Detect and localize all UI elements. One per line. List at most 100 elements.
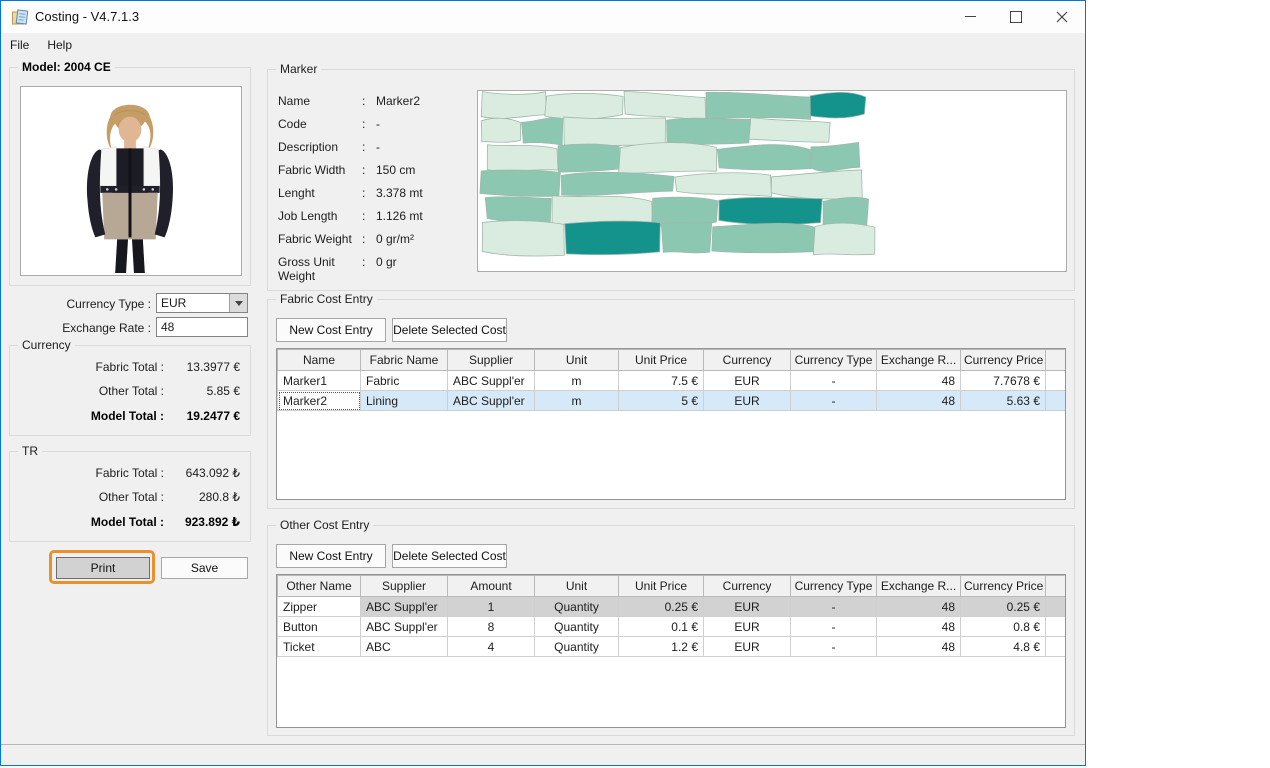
cell[interactable]: ABC Suppl'er: [361, 617, 448, 637]
column-header[interactable]: Amount: [448, 576, 535, 597]
column-header[interactable]: Exchange R...: [877, 576, 961, 597]
cell[interactable]: -: [791, 371, 877, 391]
cell[interactable]: EUR: [704, 637, 791, 657]
cell[interactable]: 270.24 ₺: [1046, 391, 1067, 411]
column-header[interactable]: Exchange R...: [877, 350, 961, 371]
cell[interactable]: 12 ₺: [1046, 597, 1067, 617]
column-header[interactable]: TRY Total: [1046, 350, 1067, 371]
cell[interactable]: Quantity: [535, 617, 619, 637]
cell[interactable]: -: [791, 617, 877, 637]
print-button[interactable]: Print: [56, 557, 150, 579]
menu-help[interactable]: Help: [38, 35, 81, 55]
cell[interactable]: 1: [448, 597, 535, 617]
cell[interactable]: 0.25 €: [961, 597, 1046, 617]
cell[interactable]: ABC Suppl'er: [361, 597, 448, 617]
cell[interactable]: Quantity: [535, 637, 619, 657]
cell[interactable]: Ticket: [278, 637, 361, 657]
cell[interactable]: 4: [448, 637, 535, 657]
cell[interactable]: Button: [278, 617, 361, 637]
tr-groupbox: TR Fabric Total : 643.092 ₺ Other Total …: [9, 451, 251, 542]
cell[interactable]: -: [791, 637, 877, 657]
cell[interactable]: 48: [877, 637, 961, 657]
marker-field-row: Name:Marker2: [278, 94, 420, 110]
column-header[interactable]: Unit: [535, 576, 619, 597]
column-header[interactable]: TRY Total: [1046, 576, 1067, 597]
fabric-cost-table: NameFabric NameSupplierUnitUnit PriceCur…: [277, 349, 1066, 411]
column-header[interactable]: Currency Type: [791, 576, 877, 597]
column-header[interactable]: Unit Price: [619, 576, 704, 597]
table-row[interactable]: Marker2LiningABC Suppl'erm5 €EUR-485.63 …: [278, 391, 1067, 411]
other-cost-groupbox: Other Cost Entry New Cost Entry Delete S…: [267, 525, 1075, 736]
title-bar[interactable]: Costing - V4.7.1.3: [1, 1, 1085, 33]
column-header[interactable]: Name: [278, 350, 361, 371]
cell[interactable]: 372.852 ₺: [1046, 371, 1067, 391]
cell[interactable]: 230.4 ₺: [1046, 637, 1067, 657]
column-header[interactable]: Fabric Name: [361, 350, 448, 371]
other-new-cost-entry-button[interactable]: New Cost Entry: [276, 544, 386, 568]
save-button[interactable]: Save: [161, 557, 248, 579]
table-row[interactable]: ZipperABC Suppl'er1Quantity0.25 €EUR-480…: [278, 597, 1067, 617]
fabric-delete-selected-cost-button[interactable]: Delete Selected Cost: [392, 318, 507, 342]
cell[interactable]: 7.5 €: [619, 371, 704, 391]
cell[interactable]: EUR: [704, 617, 791, 637]
cell[interactable]: ABC: [361, 637, 448, 657]
column-header[interactable]: Currency: [704, 576, 791, 597]
minimize-button[interactable]: [947, 1, 993, 32]
menu-file[interactable]: File: [1, 35, 38, 55]
combo-arrow-button[interactable]: [229, 294, 247, 312]
cell[interactable]: 48: [877, 597, 961, 617]
table-row[interactable]: Marker1FabricABC Suppl'erm7.5 €EUR-487.7…: [278, 371, 1067, 391]
cell[interactable]: Fabric: [361, 371, 448, 391]
cell[interactable]: 0.25 €: [619, 597, 704, 617]
cell[interactable]: 4.8 €: [961, 637, 1046, 657]
cell[interactable]: -: [791, 391, 877, 411]
cell[interactable]: 38.4 ₺: [1046, 617, 1067, 637]
tr-other-total-value: 280.8 ₺: [164, 490, 240, 504]
column-header[interactable]: Unit Price: [619, 350, 704, 371]
cell[interactable]: EUR: [704, 371, 791, 391]
window-title: Costing - V4.7.1.3: [35, 9, 139, 24]
cell[interactable]: m: [535, 371, 619, 391]
cell[interactable]: ABC Suppl'er: [448, 391, 535, 411]
column-header[interactable]: Other Name: [278, 576, 361, 597]
column-header[interactable]: Unit: [535, 350, 619, 371]
cell[interactable]: ABC Suppl'er: [448, 371, 535, 391]
cell[interactable]: 48: [877, 391, 961, 411]
table-row[interactable]: TicketABC4Quantity1.2 €EUR-484.8 €230.4 …: [278, 637, 1067, 657]
cell[interactable]: 1.2 €: [619, 637, 704, 657]
cell[interactable]: 7.7678 €: [961, 371, 1046, 391]
cell[interactable]: Zipper: [278, 597, 361, 617]
cell[interactable]: Quantity: [535, 597, 619, 617]
marker-field-value: Marker2: [376, 94, 420, 110]
cell[interactable]: -: [791, 597, 877, 617]
cell[interactable]: m: [535, 391, 619, 411]
cell[interactable]: 0.8 €: [961, 617, 1046, 637]
column-header[interactable]: Supplier: [361, 576, 448, 597]
cell[interactable]: 48: [877, 617, 961, 637]
table-row[interactable]: ButtonABC Suppl'er8Quantity0.1 €EUR-480.…: [278, 617, 1067, 637]
column-header[interactable]: Currency Price: [961, 350, 1046, 371]
model-groupbox: Model: 2004 CE: [9, 67, 251, 286]
column-header[interactable]: Currency Price: [961, 576, 1046, 597]
cell[interactable]: Lining: [361, 391, 448, 411]
marker-groupbox: Marker Name:Marker2Code:-Description:-Fa…: [267, 69, 1075, 291]
close-button[interactable]: [1039, 1, 1085, 32]
column-header[interactable]: Currency: [704, 350, 791, 371]
status-bar: [1, 744, 1085, 765]
cell[interactable]: 8: [448, 617, 535, 637]
cell[interactable]: EUR: [704, 597, 791, 617]
fabric-new-cost-entry-button[interactable]: New Cost Entry: [276, 318, 386, 342]
column-header[interactable]: Supplier: [448, 350, 535, 371]
exchange-rate-input[interactable]: 48: [156, 317, 248, 337]
currency-type-select[interactable]: EUR: [156, 293, 248, 313]
cell[interactable]: EUR: [704, 391, 791, 411]
column-header[interactable]: Currency Type: [791, 350, 877, 371]
maximize-button[interactable]: [993, 1, 1039, 32]
cell[interactable]: Marker2: [278, 391, 361, 411]
cell[interactable]: 5.63 €: [961, 391, 1046, 411]
cell[interactable]: Marker1: [278, 371, 361, 391]
other-delete-selected-cost-button[interactable]: Delete Selected Cost: [392, 544, 507, 568]
cell[interactable]: 0.1 €: [619, 617, 704, 637]
cell[interactable]: 5 €: [619, 391, 704, 411]
cell[interactable]: 48: [877, 371, 961, 391]
